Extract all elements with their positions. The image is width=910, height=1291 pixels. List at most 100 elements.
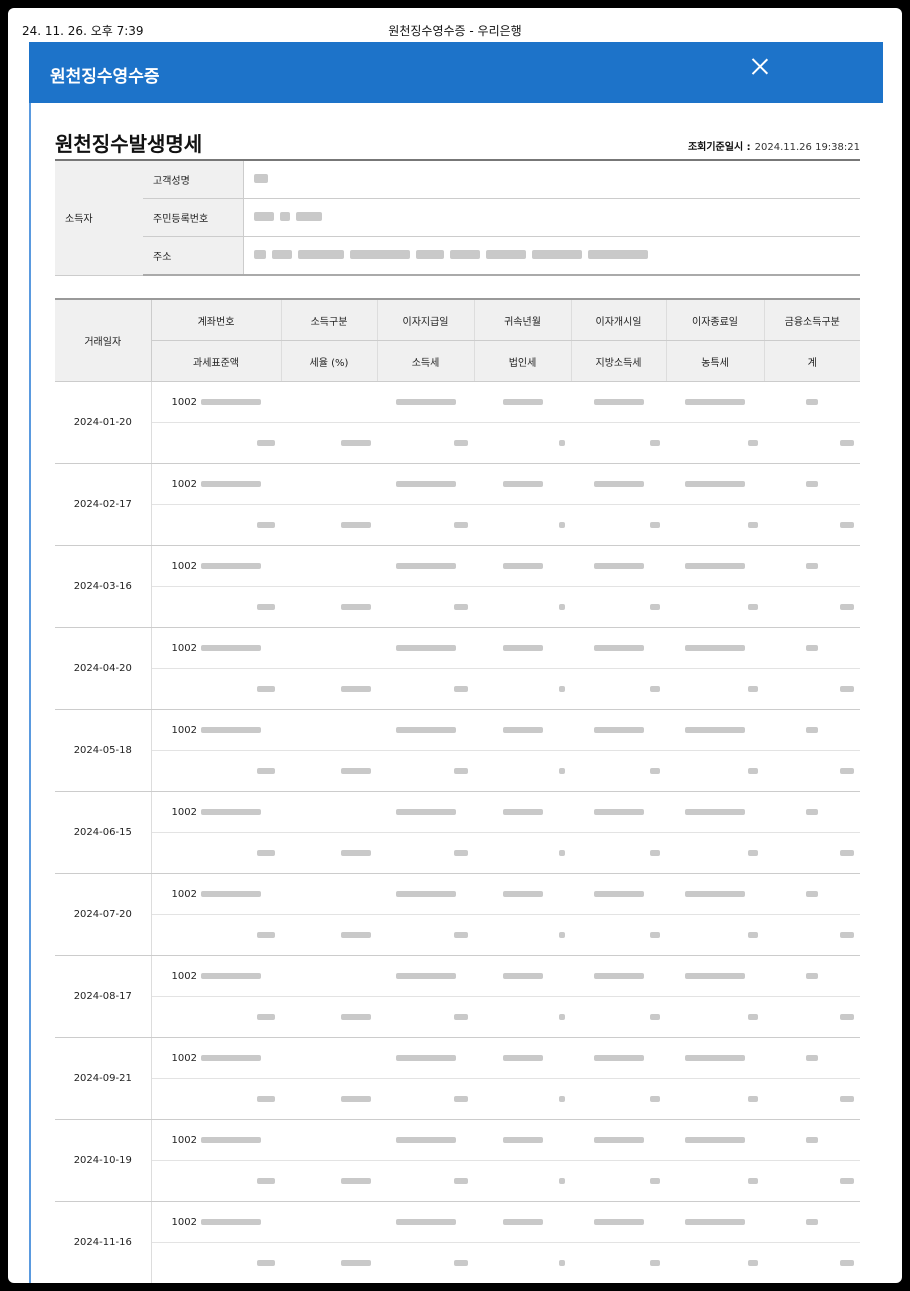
redacted-value (840, 1013, 854, 1020)
redacted-cell (281, 627, 377, 669)
redacted-value (840, 521, 854, 528)
col-header: 지방소득세 (571, 340, 667, 382)
table-row (55, 422, 860, 464)
redacted-value (395, 644, 456, 651)
redacted-value (748, 603, 758, 610)
account-prefix: 1002 (171, 478, 197, 490)
redacted-value (806, 972, 818, 979)
redacted-value (559, 439, 565, 446)
redacted-value (257, 439, 275, 446)
redacted-value (257, 1095, 275, 1102)
transaction-date: 2024-03-16 (55, 545, 152, 628)
redacted-value (650, 767, 660, 774)
redacted-cell (474, 1160, 571, 1202)
redacted-cell (666, 463, 764, 505)
redacted-cell (151, 1242, 281, 1283)
redacted-value (341, 521, 371, 528)
account-number: 1002 (151, 1037, 281, 1079)
redacted-cell (571, 627, 666, 669)
transaction-date: 2024-10-19 (55, 1119, 152, 1202)
redacted-cell (666, 1201, 764, 1243)
redacted-value (593, 480, 644, 487)
redacted-value (559, 1013, 565, 1020)
redacted-value (650, 931, 660, 938)
redacted-cell (666, 504, 764, 546)
redacted-value (200, 562, 261, 569)
redacted-value (650, 603, 660, 610)
redacted-cell (281, 1242, 377, 1283)
redacted-cell (571, 381, 666, 423)
name-label: 고객성명 (143, 161, 244, 199)
redacted-value (502, 644, 543, 651)
redacted-value (685, 808, 745, 815)
redacted-cell (764, 1119, 860, 1161)
redacted-cell (474, 1119, 571, 1161)
redacted-cell (281, 1160, 377, 1202)
redacted-value (593, 1054, 644, 1061)
redacted-cell (377, 832, 474, 874)
redacted-value (593, 808, 644, 815)
redacted-cell (474, 422, 571, 464)
redacted-cell (666, 545, 764, 587)
account-number: 1002 (151, 545, 281, 587)
redacted-value (840, 685, 854, 692)
redacted-value (748, 439, 758, 446)
account-prefix: 1002 (171, 1216, 197, 1228)
redacted-value (559, 931, 565, 938)
redacted-value (559, 1259, 565, 1266)
redacted-value (685, 972, 745, 979)
redacted-cell (377, 504, 474, 546)
redacted-cell (764, 791, 860, 833)
redacted-value (200, 972, 261, 979)
modal-header: 원천징수영수증 (29, 42, 883, 103)
redacted-cell (474, 750, 571, 792)
redacted-cell (281, 1037, 377, 1079)
table-row (55, 668, 860, 710)
account-prefix: 1002 (171, 724, 197, 736)
redacted-value (341, 1177, 371, 1184)
redacted-cell (764, 422, 860, 464)
redacted-cell (281, 709, 377, 751)
redacted-cell (571, 873, 666, 915)
redacted-cell (281, 1078, 377, 1120)
redacted-value (650, 1177, 660, 1184)
transaction-date: 2024-02-17 (55, 463, 152, 546)
transaction-date: 2024-07-20 (55, 873, 152, 956)
redacted-cell (151, 996, 281, 1038)
redacted-cell (474, 914, 571, 956)
redacted-value (454, 1095, 468, 1102)
redacted-value (257, 603, 275, 610)
redacted-cell (474, 627, 571, 669)
redacted-cell (666, 996, 764, 1038)
redacted-value (650, 1095, 660, 1102)
redacted-cell (764, 1078, 860, 1120)
redacted-value (454, 1013, 468, 1020)
query-label: 조회기준일시 : (687, 142, 751, 153)
redacted-cell (377, 1201, 474, 1243)
redacted-value (257, 767, 275, 774)
redacted-value (806, 398, 818, 405)
redacted-cell (377, 627, 474, 669)
redacted-cell (474, 504, 571, 546)
transaction-date: 2024-04-20 (55, 627, 152, 710)
account-number: 1002 (151, 873, 281, 915)
redacted-cell (281, 463, 377, 505)
transaction-rows: 2024-01-20 1002 2024-02-17 1002 2024-03-16 10… (55, 381, 860, 1283)
redacted-value (593, 644, 644, 651)
account-number: 1002 (151, 791, 281, 833)
account-number: 1002 (151, 627, 281, 669)
redacted-value (650, 1013, 660, 1020)
transaction-date: 2024-05-18 (55, 709, 152, 792)
redacted-cell (571, 914, 666, 956)
table-row: 2024-04-20 1002 (55, 627, 860, 710)
redacted-value (748, 849, 758, 856)
redacted-value (257, 1259, 275, 1266)
redacted-cell (474, 668, 571, 710)
account-prefix: 1002 (171, 396, 197, 408)
close-icon[interactable] (745, 52, 775, 82)
redacted-value (650, 439, 660, 446)
table-row: 2024-03-16 1002 (55, 545, 860, 628)
modal-border (29, 103, 31, 1283)
table-row: 2024-08-17 1002 (55, 955, 860, 1038)
redacted-value (395, 726, 456, 733)
